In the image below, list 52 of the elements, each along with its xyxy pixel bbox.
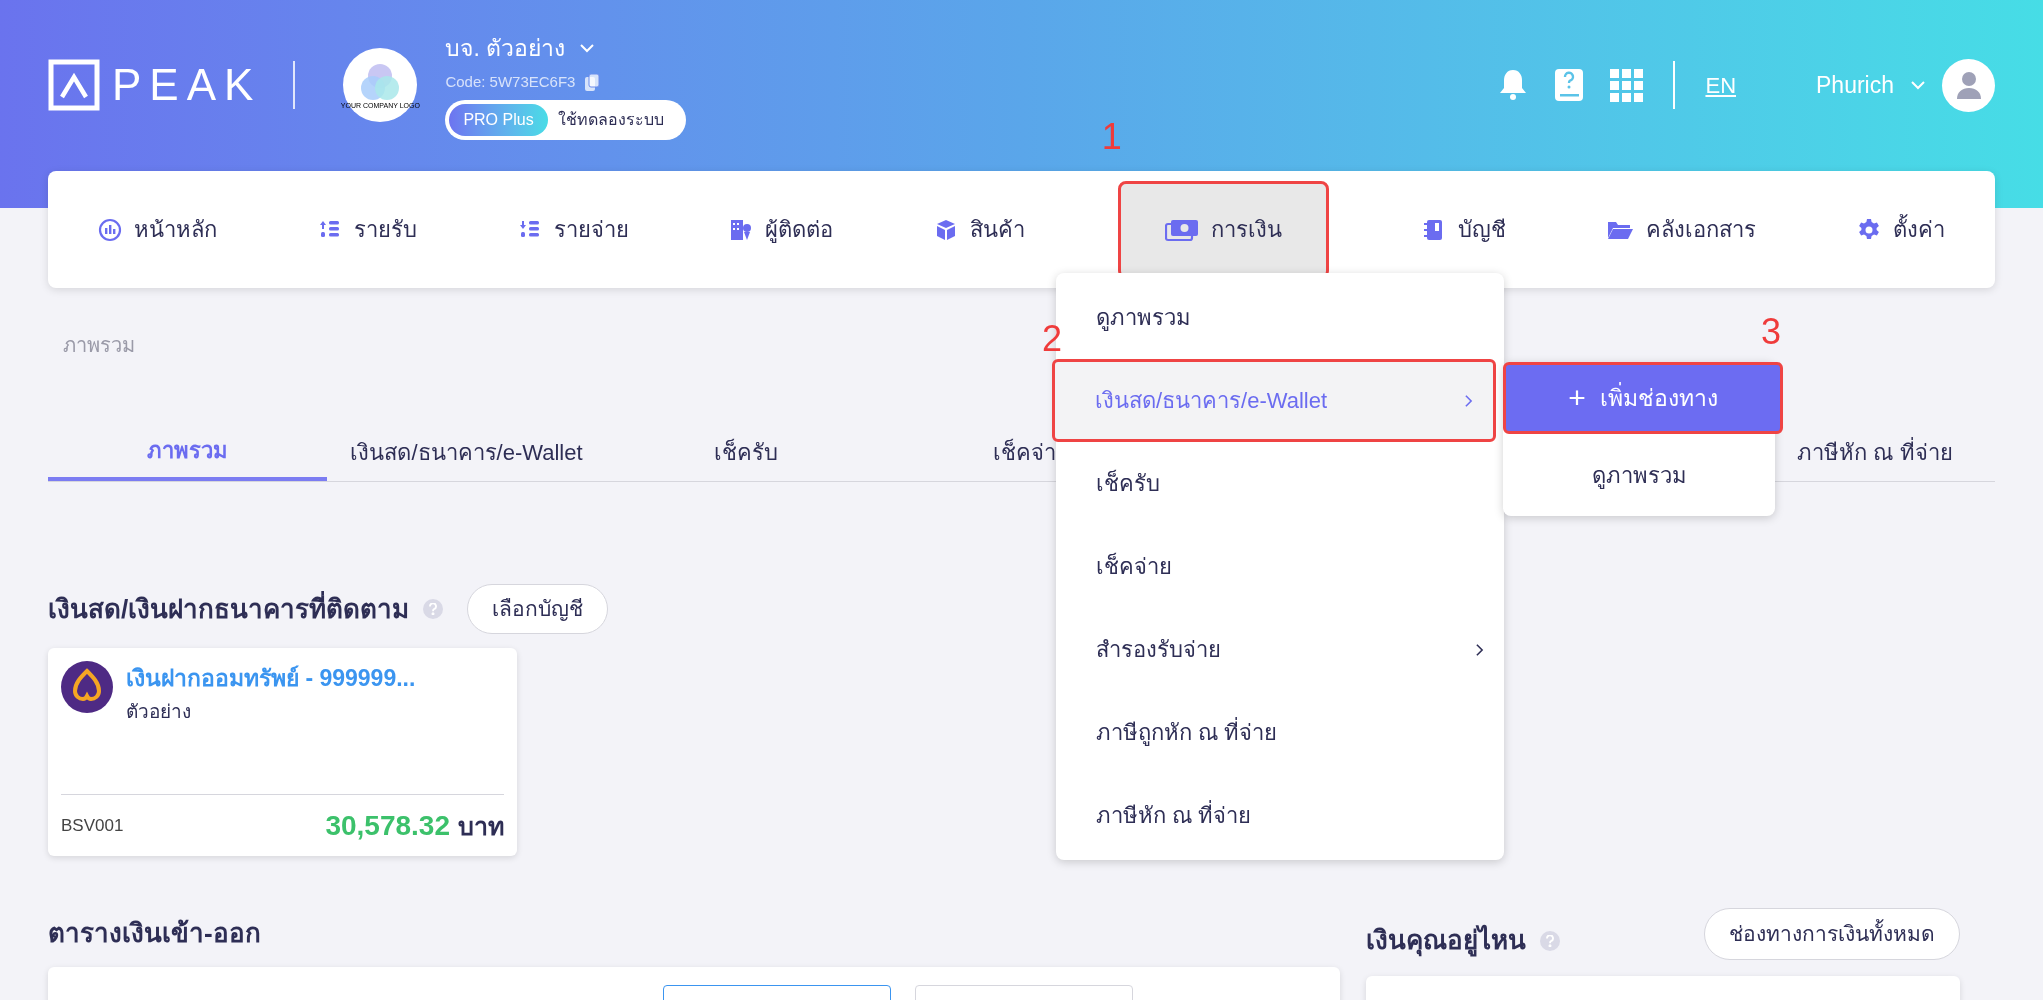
section-title: เงินคุณอยู่ไหน [1366, 923, 1526, 959]
nav-item[interactable]: หน้าหลัก [90, 199, 225, 260]
callout-number: 3 [1760, 314, 1781, 350]
account-code: BSV001 [61, 814, 124, 837]
tab[interactable]: เงินสด/ธนาคาร/e-Wallet [327, 424, 606, 481]
add-channel-button[interactable]: + เพิ่มช่องทาง [1503, 362, 1783, 434]
menu-item[interactable]: เงินสด/ธนาคาร/e-Wallet [1052, 359, 1496, 442]
section-title: ตารางเงินเข้า-ออก [48, 918, 261, 948]
chevron-down-icon [579, 42, 596, 53]
bank-logo-icon [61, 661, 113, 713]
help-book-icon[interactable] [1554, 68, 1585, 102]
plan-badge: PRO Plus [449, 103, 548, 136]
account-subtitle: ตัวอย่าง [126, 699, 192, 724]
help-icon [1540, 930, 1560, 951]
box-icon [934, 217, 958, 242]
menu-item[interactable]: ภาษีหัก ณ ที่จ่าย [1056, 774, 1504, 857]
avatar[interactable] [1942, 58, 1995, 112]
logo-text: PEAK [112, 63, 262, 107]
nav-item[interactable]: ตั้งค่า [1849, 199, 1953, 260]
copy-icon[interactable] [585, 73, 601, 91]
company-code: Code: 5W73EC6F3 [445, 72, 576, 92]
logo-icon [48, 59, 100, 111]
bell-icon[interactable] [1498, 68, 1529, 102]
callout-number: 1 [1101, 118, 1122, 155]
help-icon [423, 599, 444, 619]
tab[interactable]: ภาพรวม [48, 424, 327, 481]
tab[interactable]: เช็ครับ [606, 424, 885, 481]
menu-item[interactable]: เช็คจ่าย [1056, 525, 1504, 608]
nav-item[interactable]: ผู้ติดต่อ [721, 199, 842, 260]
chart-icon [98, 217, 122, 242]
settings-icon [1857, 217, 1881, 242]
currency-label: บาท [458, 810, 504, 842]
menu-item[interactable]: ภาษีถูกหัก ณ ที่จ่าย [1056, 691, 1504, 774]
nav-item[interactable]: คลังเอกสาร [1598, 199, 1765, 260]
nav-item[interactable]: รายรับ [309, 199, 425, 260]
all-channels-button[interactable]: ช่องทางการเงินทั้งหมด [1704, 908, 1960, 960]
building-icon [729, 217, 754, 242]
apps-grid-icon[interactable] [1610, 68, 1644, 102]
nav-item[interactable]: รายจ่าย [509, 199, 637, 260]
chevron-down-icon [1910, 80, 1926, 90]
plan-note: ใช้ทดลองระบบ [557, 109, 664, 130]
account-balance: 30,578.32 [325, 808, 450, 843]
section-title: เงินสด/เงินฝากธนาคารที่ติดตาม [48, 590, 410, 626]
breadcrumb: ภาพรวม [63, 334, 135, 356]
menu-item[interactable]: เช็ครับ [1056, 442, 1504, 525]
account-card[interactable]: เงินฝากออมทรัพย์ - 999999... ตัวอย่าง BSV001 30,578.32 บาท [48, 648, 517, 856]
nav-item[interactable]: สินค้า [926, 199, 1033, 260]
callout-number: 2 [1042, 321, 1063, 357]
banknotes-icon [1164, 217, 1199, 242]
nav-item[interactable]: บัญชี [1413, 199, 1514, 260]
menu-item[interactable]: สำรองรับจ่าย [1056, 608, 1504, 691]
select-account-button[interactable]: เลือกบัญชี [467, 584, 609, 634]
